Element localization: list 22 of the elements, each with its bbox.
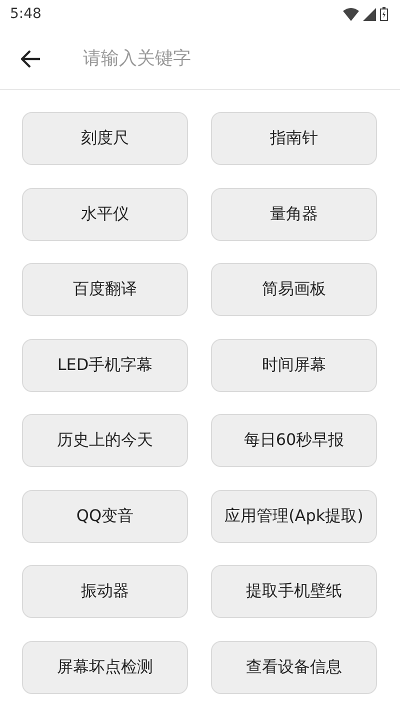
signal-icon <box>363 8 376 20</box>
tool-button[interactable]: 百度翻译 <box>22 263 188 316</box>
tool-button[interactable]: 历史上的今天 <box>22 414 188 467</box>
search-field[interactable]: 请输入关键字 <box>81 47 400 70</box>
tool-button[interactable]: 水平仪 <box>22 188 188 240</box>
tool-button[interactable]: 简易画板 <box>211 263 377 316</box>
tool-button[interactable]: 屏幕坏点检测 <box>22 640 188 694</box>
wifi-icon <box>343 8 359 20</box>
tool-button[interactable]: 刻度尺 <box>22 112 188 165</box>
tool-button[interactable]: 量角器 <box>211 188 377 240</box>
tool-button[interactable]: LED手机字幕 <box>22 338 188 392</box>
status-time: 5:48 <box>10 6 42 22</box>
tool-button[interactable]: 每日60秒早报 <box>211 414 377 467</box>
tool-button[interactable]: 指南针 <box>211 112 377 165</box>
tool-button[interactable]: 查看设备信息 <box>211 640 377 694</box>
battery-icon <box>380 7 388 21</box>
tool-button[interactable]: 应用管理(Apk提取) <box>211 490 377 542</box>
tool-button[interactable]: 时间屏幕 <box>211 338 377 392</box>
tool-button[interactable]: 提取手机壁纸 <box>211 565 377 618</box>
tool-button[interactable]: QQ变音 <box>22 490 188 542</box>
back-arrow-icon <box>21 50 41 68</box>
tool-button[interactable]: 振动器 <box>22 565 188 618</box>
